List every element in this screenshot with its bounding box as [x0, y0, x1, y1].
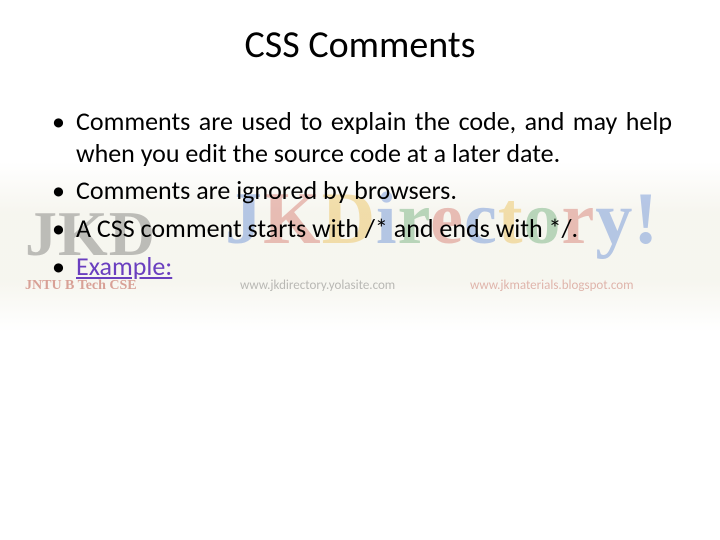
- bullet-item: Comments are ignored by browsers.: [48, 175, 672, 207]
- example-link[interactable]: Example:: [76, 250, 172, 282]
- bullet-list: Comments are used to explain the code, a…: [48, 106, 672, 283]
- slide-title: CSS Comments: [0, 22, 720, 68]
- bullet-item: Comments are used to explain the code, a…: [48, 106, 672, 169]
- bullet-item: A CSS comment starts with /* and ends wi…: [48, 213, 672, 245]
- bullet-item: Example:: [48, 251, 672, 283]
